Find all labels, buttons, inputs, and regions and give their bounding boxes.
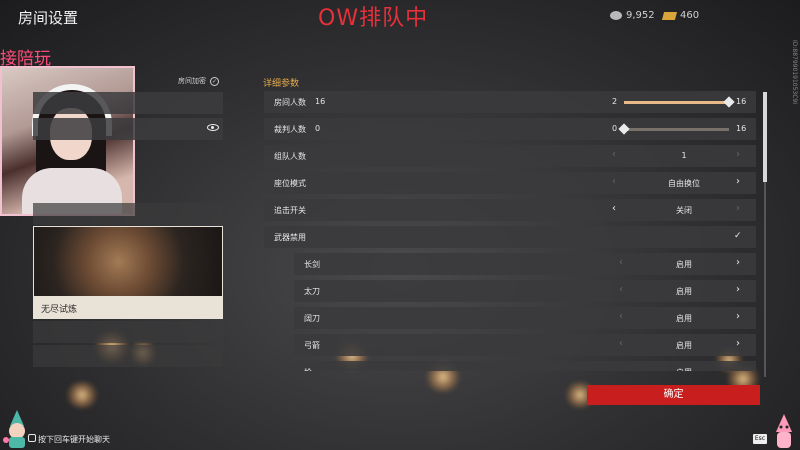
top-bar: 房间设置 OW排队中 9,952 460 (0, 0, 800, 34)
setting-team-size[interactable]: 组队人数 ‹ 1 › (264, 145, 756, 167)
chevron-right-icon[interactable]: › (736, 176, 740, 187)
setting-label: 房间人数 (274, 98, 306, 107)
room-password-label: 房间加密 (178, 77, 206, 85)
setting-label: 座位模式 (274, 179, 306, 188)
setting-value: 启用 (676, 260, 692, 269)
setting-weapon-longsword[interactable]: 长剑 ‹ 启用 › (294, 253, 756, 275)
setting-label: 组队人数 (274, 152, 306, 161)
setting-seat-mode[interactable]: 座位模式 ‹ 自由换位 › (264, 172, 756, 194)
setting-label: 裁判人数 (274, 125, 306, 134)
setting-label: 追击开关 (274, 206, 306, 215)
check-icon: ✓ (210, 76, 219, 86)
chat-hint: 按下回车键开始聊天 (38, 435, 110, 444)
setting-value: 0 (315, 124, 321, 133)
page-title: 房间设置 (18, 9, 79, 27)
gold-currency: 460 (661, 10, 700, 21)
stream-mascot-left (2, 410, 32, 448)
map-card[interactable]: 无尽试炼 (33, 226, 223, 319)
chat-icon (28, 434, 36, 442)
gold-amount: 460 (680, 10, 700, 21)
chevron-left-icon[interactable]: ‹ (612, 203, 616, 214)
chevron-left-icon[interactable]: ‹ (619, 311, 623, 322)
chevron-left-icon[interactable]: ‹ (619, 284, 623, 295)
setting-label: 长剑 (304, 260, 320, 269)
chevron-right-icon[interactable]: › (736, 203, 740, 214)
setting-value: 启用 (676, 287, 692, 296)
setting-pursuit-toggle[interactable]: 追击开关 ‹ 关闭 › (264, 199, 756, 221)
slider-max: 16 (736, 97, 747, 106)
setting-value: 启用 (644, 367, 724, 371)
bokeh-light (65, 382, 99, 408)
setting-label: 阔刀 (304, 314, 320, 323)
setting-weapon-broadsword[interactable]: 阔刀 ‹ 启用 › (294, 307, 756, 329)
map-name: 无尽试炼 (41, 305, 78, 315)
setting-weapon-bow[interactable]: 弓箭 ‹ 启用 › (294, 334, 756, 356)
stream-mascot-right (772, 414, 796, 448)
setting-room-size[interactable]: 房间人数 16 2 16 (264, 91, 756, 113)
setting-weapon-spear[interactable]: 枪 启用 (294, 361, 756, 371)
player-id-watermark: ID:887990191053C9I (791, 40, 798, 104)
chevron-right-icon[interactable]: › (736, 338, 740, 349)
chevron-left-icon[interactable]: ‹ (619, 338, 623, 349)
slider-min: 0 (612, 124, 618, 133)
silver-amount: 9,952 (626, 10, 655, 21)
chevron-left-icon[interactable]: ‹ (612, 176, 616, 187)
section-title: 详细参数 (263, 79, 300, 89)
chevron-right-icon[interactable]: › (736, 257, 740, 268)
slider-handle[interactable] (723, 96, 735, 108)
coin-icon (610, 11, 622, 20)
setting-value: 启用 (676, 341, 692, 350)
setting-referee-count[interactable]: 裁判人数 0 0 16 (264, 118, 756, 140)
left-info-row (33, 203, 223, 225)
chevron-left-icon[interactable]: ‹ (619, 257, 623, 268)
setting-weapon-katana[interactable]: 太刀 ‹ 启用 › (294, 280, 756, 302)
queue-overlay-banner: OW排队中 (318, 6, 429, 31)
eye-icon[interactable] (207, 124, 219, 131)
setting-label: 武器禁用 (274, 233, 306, 242)
confirm-button[interactable]: 确定 (587, 385, 760, 405)
room-size-slider[interactable] (624, 96, 735, 108)
setting-value: 自由换位 (668, 179, 700, 188)
room-name-field[interactable] (33, 92, 223, 114)
slider-max: 16 (736, 124, 747, 133)
left-empty-row (33, 345, 223, 367)
scrollbar-thumb[interactable] (763, 92, 767, 182)
slider-min: 2 (612, 97, 618, 106)
setting-value: 1 (681, 151, 687, 160)
gold-bar-icon (661, 11, 678, 20)
slider-handle[interactable] (618, 123, 630, 135)
setting-label: 太刀 (304, 287, 320, 296)
setting-label: 枪 (304, 367, 312, 371)
chevron-left-icon[interactable]: ‹ (612, 149, 616, 160)
esc-key-icon[interactable]: Esc (753, 434, 767, 444)
left-empty-row (33, 321, 223, 343)
chevron-right-icon[interactable]: › (736, 311, 740, 322)
setting-label: 弓箭 (304, 341, 320, 350)
chevron-right-icon[interactable]: › (736, 149, 740, 160)
referee-count-slider[interactable] (618, 123, 729, 135)
setting-weapon-ban[interactable]: 武器禁用 ✓ (264, 226, 756, 248)
checkmark-icon[interactable]: ✓ (734, 231, 744, 241)
setting-value: 关闭 (676, 206, 692, 215)
setting-value: 16 (315, 97, 326, 106)
room-password-toggle[interactable]: 房间加密 ✓ (178, 76, 219, 86)
chevron-right-icon[interactable]: › (736, 284, 740, 295)
setting-value: 启用 (676, 314, 692, 323)
streamer-webcam (0, 66, 135, 216)
silver-currency: 9,952 (610, 10, 655, 21)
map-thumbnail (34, 227, 222, 296)
password-field[interactable] (33, 118, 223, 140)
